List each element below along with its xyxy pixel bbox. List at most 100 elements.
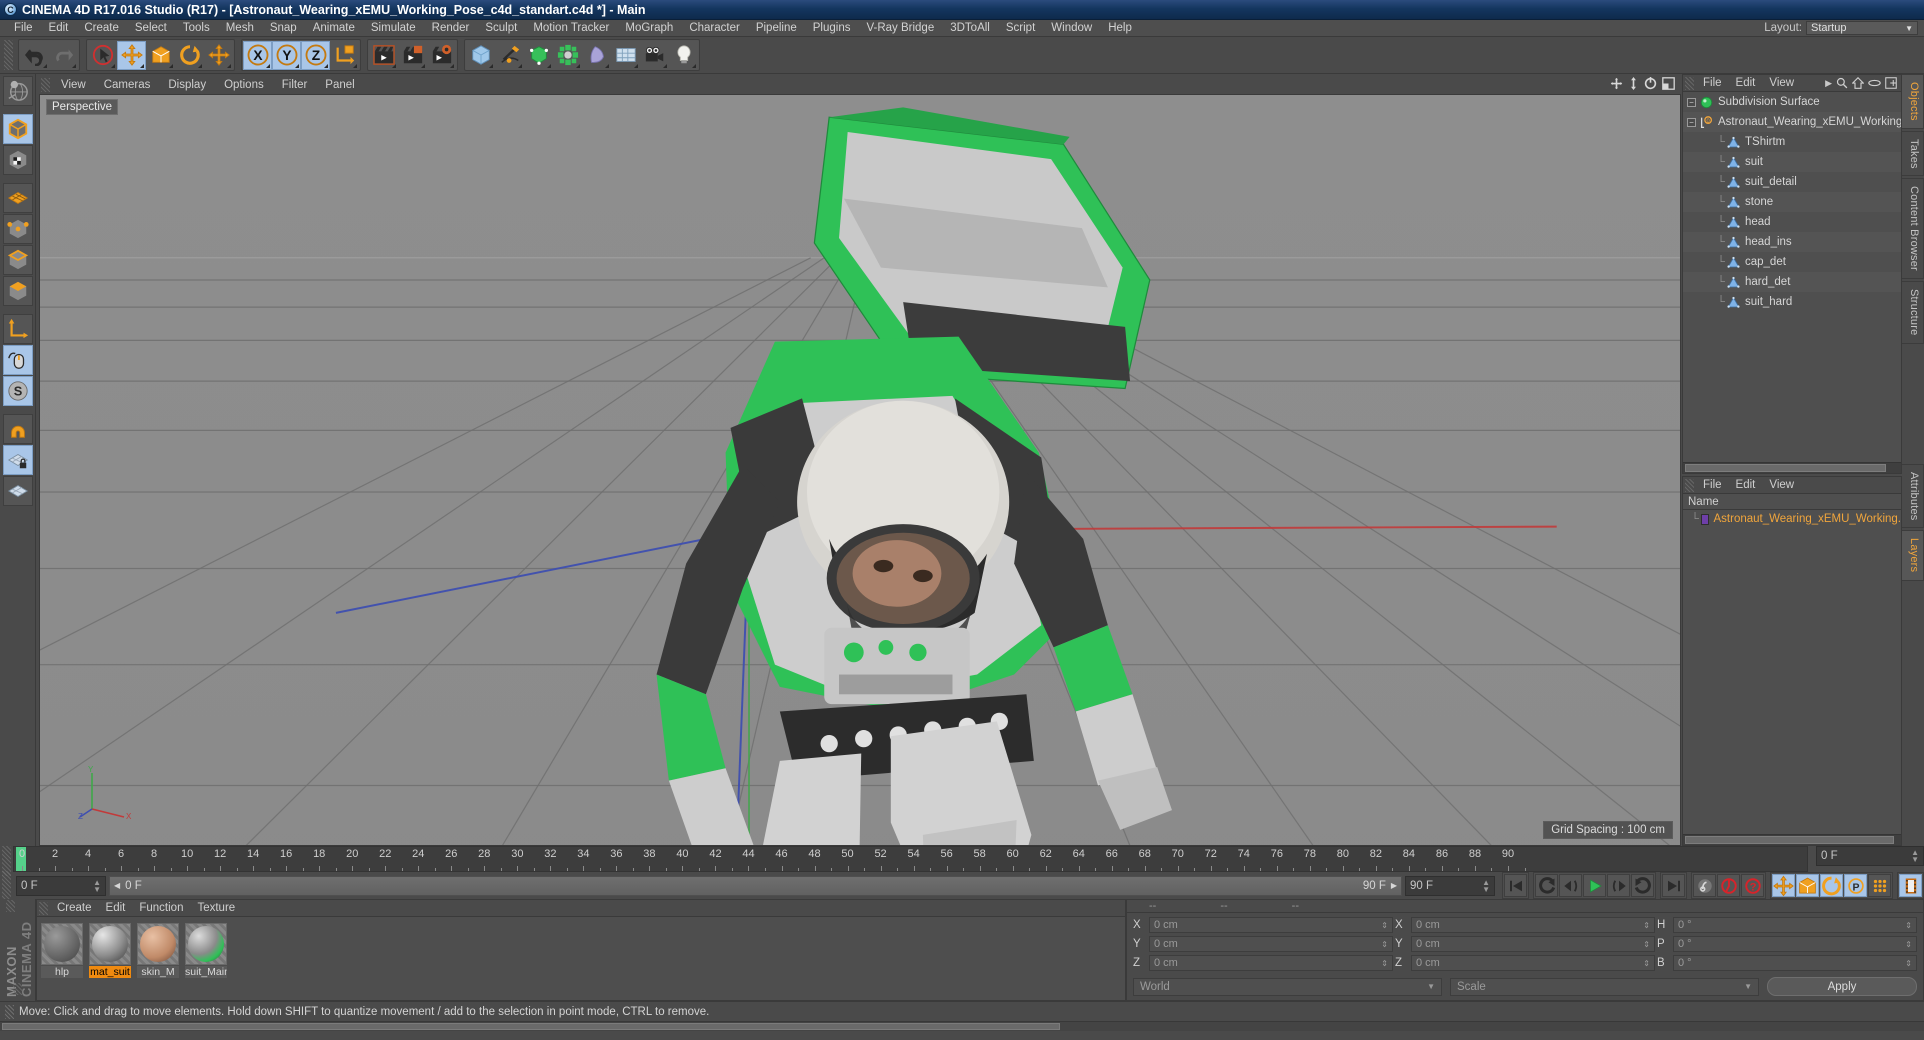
viewport-menu-options[interactable]: Options xyxy=(215,79,273,91)
ellipse-icon[interactable] xyxy=(1868,78,1881,88)
spinner-icon[interactable]: ▲ ▼ xyxy=(1911,849,1919,864)
layer-list[interactable]: └ Astronaut_Wearing_xEMU_Working. xyxy=(1683,510,1901,834)
material-menu-create[interactable]: Create xyxy=(50,902,99,914)
bottom-hscrollbar[interactable] xyxy=(0,1021,1924,1031)
menu-select[interactable]: Select xyxy=(127,20,175,37)
layer-manager-grip[interactable] xyxy=(1685,478,1694,492)
record-active-objects-button[interactable] xyxy=(1693,874,1716,897)
undo-icon[interactable] xyxy=(20,40,49,70)
timeline-ruler[interactable]: 0 2 4 6 8 10 12 14 16 18 20 22 24 26 28 30 32 34 36 38 40 42 4… xyxy=(13,846,1808,872)
spinner-icon[interactable]: ⇕ xyxy=(1643,940,1650,948)
end-frame-field[interactable]: 90 F ▲ ▼ xyxy=(1405,875,1495,896)
menu-help[interactable]: Help xyxy=(1100,20,1140,37)
size-y-field[interactable]: 0 cm ⇕ xyxy=(1411,936,1655,952)
size-x-field[interactable]: 0 cm ⇕ xyxy=(1411,917,1655,933)
live-selection-icon[interactable] xyxy=(88,40,117,70)
workplane-icon[interactable] xyxy=(2,476,33,506)
previous-frame-button[interactable] xyxy=(1559,874,1582,897)
camera-icon[interactable] xyxy=(640,40,669,70)
menu-v-ray-bridge[interactable]: V-Ray Bridge xyxy=(858,20,942,37)
polygon-mode-icon[interactable] xyxy=(2,183,33,213)
autokeying-button[interactable] xyxy=(1717,874,1740,897)
layout-select[interactable]: Startup ▼ xyxy=(1806,21,1918,35)
toolbar-grip[interactable] xyxy=(4,40,13,70)
edges-mode-icon[interactable] xyxy=(2,245,33,275)
layer-menu-edit[interactable]: Edit xyxy=(1729,479,1763,491)
go-to-start-button[interactable] xyxy=(1504,874,1527,897)
material-grip[interactable] xyxy=(13,983,22,995)
rotation-b-field[interactable]: 0 ° ⇕ xyxy=(1673,955,1917,971)
material-menu-texture[interactable]: Texture xyxy=(190,902,242,914)
menu-snap[interactable]: Snap xyxy=(262,20,305,37)
object-menu-edit[interactable]: Edit xyxy=(1729,77,1763,89)
material-preview[interactable] xyxy=(89,923,131,965)
previous-keyframe-button[interactable] xyxy=(1535,874,1558,897)
menu-3dtoall[interactable]: 3DToAll xyxy=(942,20,998,37)
range-left-arrow-icon[interactable]: ◀ xyxy=(114,881,120,890)
light-icon[interactable] xyxy=(669,40,698,70)
status-grip[interactable] xyxy=(5,1004,14,1019)
material-menu-grip[interactable] xyxy=(39,901,48,915)
spinner-icon[interactable]: ⇕ xyxy=(1381,940,1388,948)
menu-motion-tracker[interactable]: Motion Tracker xyxy=(525,20,617,37)
transport-grip[interactable] xyxy=(2,870,11,901)
position-z-field[interactable]: 0 cm ⇕ xyxy=(1149,955,1393,971)
menu-script[interactable]: Script xyxy=(998,20,1043,37)
z-axis-toggle[interactable]: Z xyxy=(301,40,330,70)
menu-plugins[interactable]: Plugins xyxy=(805,20,859,37)
astronaut-model[interactable] xyxy=(40,95,1680,846)
expander-icon[interactable]: − xyxy=(1687,97,1696,107)
cube-primitive-icon[interactable] xyxy=(466,40,495,70)
newlayer-icon[interactable] xyxy=(1885,77,1897,89)
viewport-solo-icon[interactable] xyxy=(2,345,33,375)
viewport-menu-display[interactable]: Display xyxy=(159,79,215,91)
spinner-icon[interactable]: ⇕ xyxy=(1905,921,1912,929)
tab-takes[interactable]: Takes xyxy=(1902,130,1924,177)
keyframe-selection-button[interactable]: ? xyxy=(1741,874,1764,897)
apply-button[interactable]: Apply xyxy=(1767,977,1917,996)
play-button[interactable] xyxy=(1583,874,1606,897)
menu-sculpt[interactable]: Sculpt xyxy=(477,20,525,37)
deformer-icon[interactable] xyxy=(582,40,611,70)
menu-window[interactable]: Window xyxy=(1043,20,1100,37)
x-axis-toggle[interactable]: X xyxy=(243,40,272,70)
layer-menu-view[interactable]: View xyxy=(1762,479,1801,491)
coordinate-system-select[interactable]: World ▼ xyxy=(1133,977,1442,996)
tab-content-browser[interactable]: Content Browser xyxy=(1902,178,1924,280)
menu-animate[interactable]: Animate xyxy=(305,20,363,37)
home-icon[interactable] xyxy=(1852,77,1864,89)
timeline-range-slider[interactable]: ◀ 0 F 90 F ▶ xyxy=(109,875,1402,896)
spinner-icon[interactable]: ▲ ▼ xyxy=(93,878,101,893)
start-frame-field[interactable]: 0 F ▲ ▼ xyxy=(16,875,106,896)
coordinate-grip[interactable] xyxy=(6,900,15,912)
animation-filter-button[interactable] xyxy=(1899,874,1922,897)
material-menu-edit[interactable]: Edit xyxy=(99,902,133,914)
menu-pipeline[interactable]: Pipeline xyxy=(748,20,805,37)
menu-edit[interactable]: Edit xyxy=(41,20,77,37)
object-row-suit-hard[interactable]: └ suit_hard xyxy=(1683,292,1901,312)
render-settings-icon[interactable] xyxy=(427,40,456,70)
material-item-suit_main[interactable]: suit_Main xyxy=(185,923,227,994)
generator-icon[interactable] xyxy=(524,40,553,70)
object-manager-grip[interactable] xyxy=(1685,76,1694,90)
position-key-toggle[interactable] xyxy=(1772,874,1795,897)
pan-icon[interactable] xyxy=(1610,77,1623,90)
material-preview[interactable] xyxy=(41,923,83,965)
spinner-icon[interactable]: ⇕ xyxy=(1643,959,1650,967)
menu-file[interactable]: File xyxy=(6,20,41,37)
viewport-menu-filter[interactable]: Filter xyxy=(273,79,317,91)
snap-enable-icon[interactable]: S xyxy=(2,376,33,406)
material-preview[interactable] xyxy=(185,923,227,965)
rotation-h-field[interactable]: 0 ° ⇕ xyxy=(1673,917,1917,933)
next-frame-button[interactable] xyxy=(1607,874,1630,897)
object-menu-file[interactable]: File xyxy=(1696,77,1729,89)
magnet-icon[interactable] xyxy=(2,414,33,444)
menu-simulate[interactable]: Simulate xyxy=(363,20,424,37)
search-icon[interactable] xyxy=(1836,77,1848,89)
material-item-hlp[interactable]: hlp xyxy=(41,923,83,994)
y-axis-toggle[interactable]: Y xyxy=(272,40,301,70)
redo-icon[interactable] xyxy=(49,40,78,70)
position-y-field[interactable]: 0 cm ⇕ xyxy=(1149,936,1393,952)
points-mode-icon[interactable] xyxy=(2,214,33,244)
world-coordinate-toggle[interactable] xyxy=(330,40,359,70)
